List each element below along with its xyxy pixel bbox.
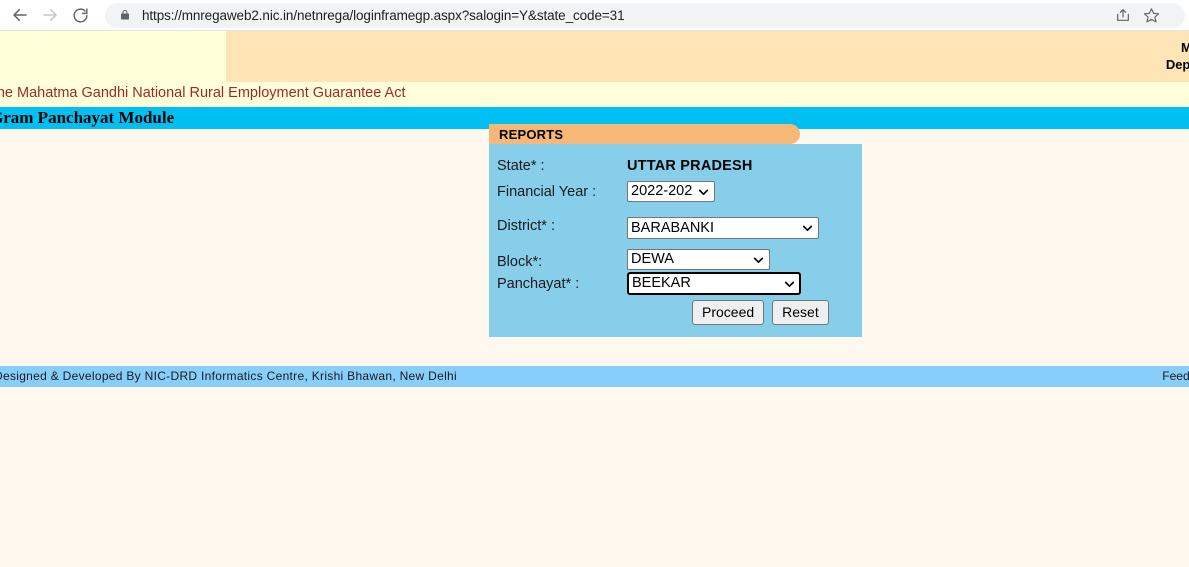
financial-year-select[interactable]: 2022-2023 [627,181,715,202]
state-field: UTTAR PRADESH [627,157,862,175]
share-icon [1115,7,1131,23]
url-text: https://mnregaweb2.nic.in/netnrega/login… [142,8,1109,23]
panchayat-row: Panchayat* : BEEKAR [497,270,862,297]
district-row: District* : BARABANKI [497,206,862,239]
footer-credit: Designed & Developed By NIC-DRD Informat… [0,369,457,383]
financial-year-select-wrap: 2022-2023 [627,181,715,202]
module-title: Gram Panchayat Module [0,108,174,128]
financial-year-label: Financial Year : [497,184,627,200]
act-title: The Mahatma Gandhi National Rural Employ… [0,85,406,101]
ministry-line-1: Mini [949,39,1189,56]
site-header-banner: Mini Depart [0,31,1189,82]
feedback-link[interactable]: Feedback [1162,369,1189,383]
address-bar[interactable]: https://mnregaweb2.nic.in/netnrega/login… [105,3,1185,28]
block-row: Block*: DEWA [497,239,862,270]
block-select[interactable]: DEWA [627,249,770,270]
panchayat-field: BEEKAR [627,272,862,295]
state-row: State* : UTTAR PRADESH [497,154,862,177]
district-field: BARABANKI [627,217,862,239]
reports-tab: REPORTS [489,124,800,144]
financial-year-row: Financial Year : 2022-2023 [497,177,862,206]
district-select-wrap: BARABANKI [627,217,819,239]
state-value: UTTAR PRADESH [627,158,753,174]
reload-button[interactable] [65,0,95,30]
reset-button[interactable]: Reset [772,300,829,325]
block-field: DEWA [627,249,862,270]
state-label: State* : [497,158,627,174]
ministry-line-2: Depart [949,56,1189,73]
forward-button[interactable] [35,0,65,30]
panchayat-label: Panchayat* : [497,276,627,292]
arrow-left-icon [11,6,29,24]
financial-year-field: 2022-2023 [627,181,862,202]
district-label: District* : [497,218,627,234]
browser-toolbar: https://mnregaweb2.nic.in/netnrega/login… [0,0,1189,31]
star-icon [1143,7,1160,24]
page-viewport: Mini Depart The Mahatma Gandhi National … [0,31,1189,567]
bookmark-button[interactable] [1137,3,1165,28]
reload-icon [72,7,89,24]
reports-form: State* : UTTAR PRADESH Financial Year : … [497,154,862,297]
panchayat-select[interactable]: BEEKAR [627,272,801,295]
lock-icon [119,8,131,22]
reports-tab-label: REPORTS [499,127,563,142]
district-select[interactable]: BARABANKI [627,217,819,239]
footer-bar: Designed & Developed By NIC-DRD Informat… [0,366,1189,387]
reports-form-body: State* : UTTAR PRADESH Financial Year : … [489,144,862,337]
panchayat-select-wrap: BEEKAR [627,272,801,295]
arrow-right-icon [41,6,59,24]
form-button-row: Proceed Reset [489,300,862,325]
act-title-bar: The Mahatma Gandhi National Rural Employ… [0,82,1189,107]
page-background-below-footer [0,387,1189,567]
proceed-button[interactable]: Proceed [692,300,764,325]
block-label: Block*: [497,254,627,270]
back-button[interactable] [5,0,35,30]
block-select-wrap: DEWA [627,249,770,270]
reports-panel: REPORTS State* : UTTAR PRADESH Financial… [489,124,862,357]
ministry-text: Mini Depart [949,39,1189,73]
share-button[interactable] [1109,3,1137,28]
